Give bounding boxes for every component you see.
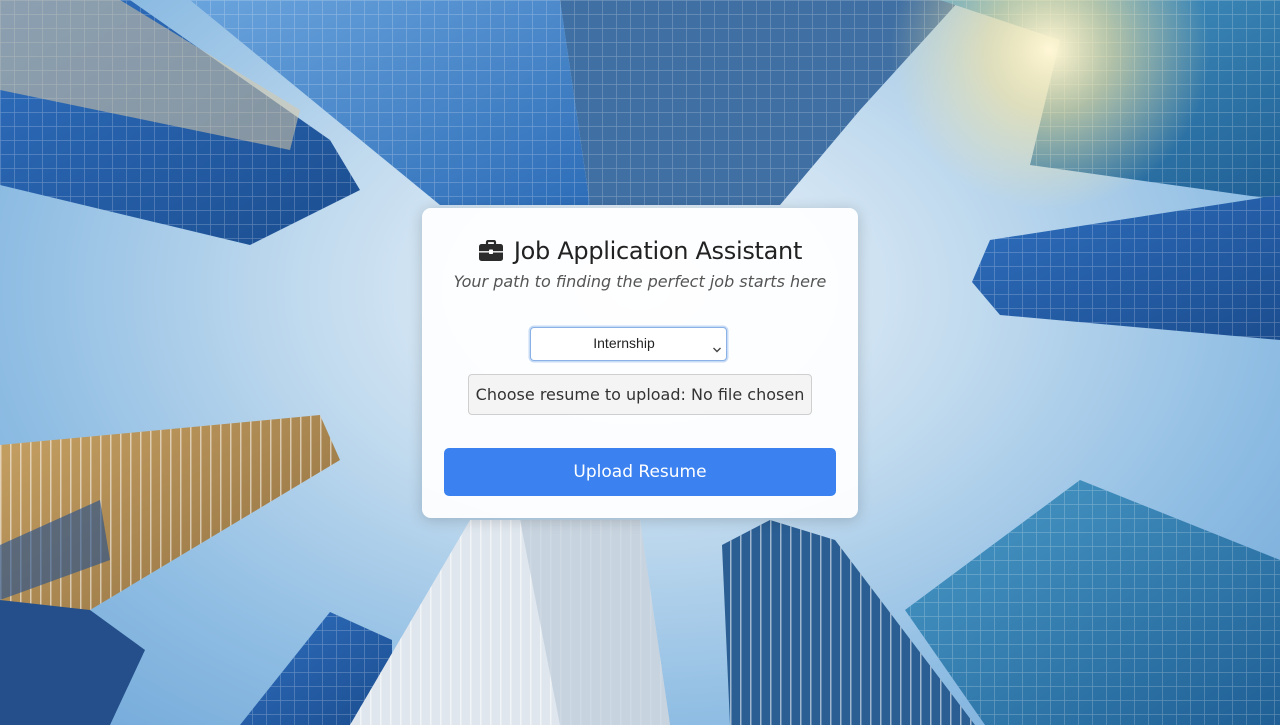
briefcase-icon <box>478 239 504 262</box>
job-type-select[interactable]: Internship <box>530 327 727 361</box>
job-type-selected-value: Internship <box>593 335 655 351</box>
page-title: Job Application Assistant <box>513 237 803 265</box>
chevron-down-icon <box>712 339 722 353</box>
upload-resume-button[interactable]: Upload Resume <box>444 448 836 496</box>
page-subtitle: Your path to finding the perfect job sta… <box>453 272 827 291</box>
resume-file-input[interactable]: Choose resume to upload: No file chosen <box>468 374 812 415</box>
title-row: Job Application Assistant <box>422 235 858 267</box>
job-application-card: Job Application Assistant Your path to f… <box>422 208 858 518</box>
